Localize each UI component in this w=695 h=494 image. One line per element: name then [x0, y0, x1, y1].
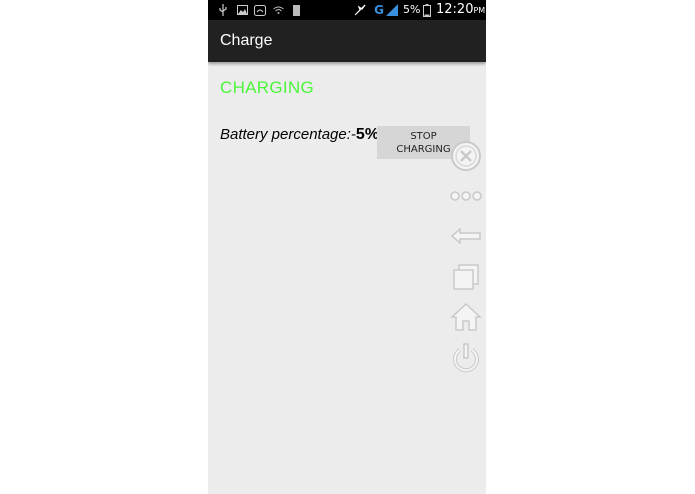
- sd-card-icon: [292, 3, 300, 17]
- battery-percentage-value: 5%: [355, 126, 380, 143]
- stop-charging-button-label: STOP CHARGING: [396, 130, 451, 155]
- recent-apps-icon[interactable]: [450, 261, 482, 293]
- battery-row: Battery percentage:-5%: [220, 126, 379, 144]
- signal-icon: [385, 3, 399, 17]
- status-time-suffix: PM: [473, 6, 486, 15]
- back-arrow-icon[interactable]: [450, 220, 482, 252]
- status-bar: G 5% 12:20PM: [208, 0, 486, 20]
- phone-screen: G 5% 12:20PM Charge CHARGING Battery per…: [208, 0, 486, 494]
- image-icon: [236, 3, 248, 17]
- power-icon[interactable]: [450, 342, 482, 374]
- status-time: 12:20PM: [436, 2, 485, 19]
- battery-percent-text: 5%: [403, 3, 421, 16]
- battery-percentage-label: Battery percentage:-: [220, 126, 356, 143]
- home-icon[interactable]: [450, 301, 482, 333]
- status-time-value: 12:20: [436, 2, 474, 17]
- app-title: Charge: [220, 32, 273, 49]
- more-dots-icon[interactable]: [450, 180, 482, 212]
- wifi-icon: [272, 3, 284, 17]
- mute-icon: [354, 3, 366, 17]
- network-type-label: G: [374, 3, 384, 17]
- usb-icon: [218, 3, 228, 17]
- battery-icon: [422, 3, 431, 17]
- charging-status-text: CHARGING: [220, 78, 315, 97]
- wifi-router-icon: [254, 3, 266, 17]
- close-circle-icon[interactable]: [450, 140, 482, 172]
- app-bar: Charge: [208, 20, 486, 62]
